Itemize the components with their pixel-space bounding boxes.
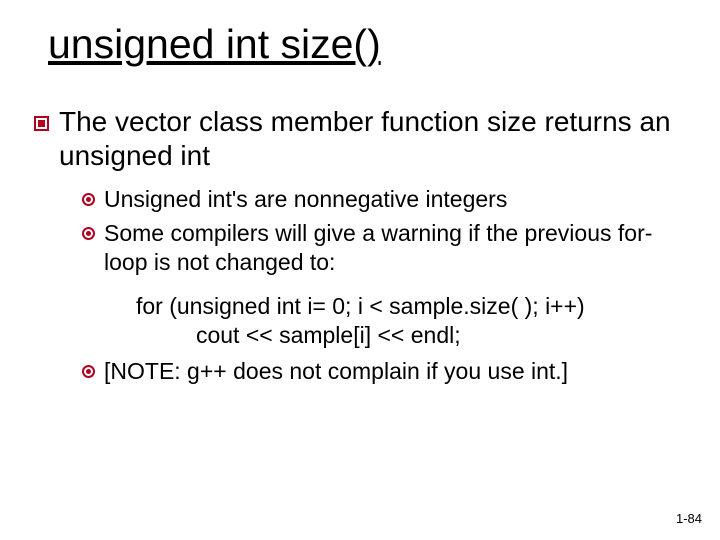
bullet-text: Unsigned int's are nonnegative integers [104, 185, 507, 214]
page-number: 1-84 [676, 511, 702, 526]
bullet-level2: Some compilers will give a warning if th… [82, 219, 692, 278]
bullet-level2: Unsigned int's are nonnegative integers [82, 185, 692, 214]
circle-bullet-icon [82, 227, 95, 240]
code-line: cout << sample[i] << endl; [196, 322, 461, 348]
bullet-text: The vector class member function size re… [59, 105, 692, 173]
square-bullet-icon [34, 116, 49, 131]
sub-list: Unsigned int's are nonnegative integers … [82, 185, 692, 386]
slide-title: unsigned int size() [48, 22, 692, 67]
circle-bullet-icon [82, 365, 95, 378]
circle-bullet-icon [82, 193, 95, 206]
code-block: for (unsigned int i= 0; i < sample.size(… [82, 292, 692, 351]
code-line: for (unsigned int i= 0; i < sample.size(… [136, 293, 585, 319]
slide: unsigned int size() The vector class mem… [0, 0, 720, 540]
bullet-level1: The vector class member function size re… [34, 105, 692, 173]
bullet-text: Some compilers will give a warning if th… [104, 219, 692, 278]
bullet-text: [NOTE: g++ does not complain if you use … [104, 357, 568, 386]
bullet-level2: [NOTE: g++ does not complain if you use … [82, 357, 692, 386]
